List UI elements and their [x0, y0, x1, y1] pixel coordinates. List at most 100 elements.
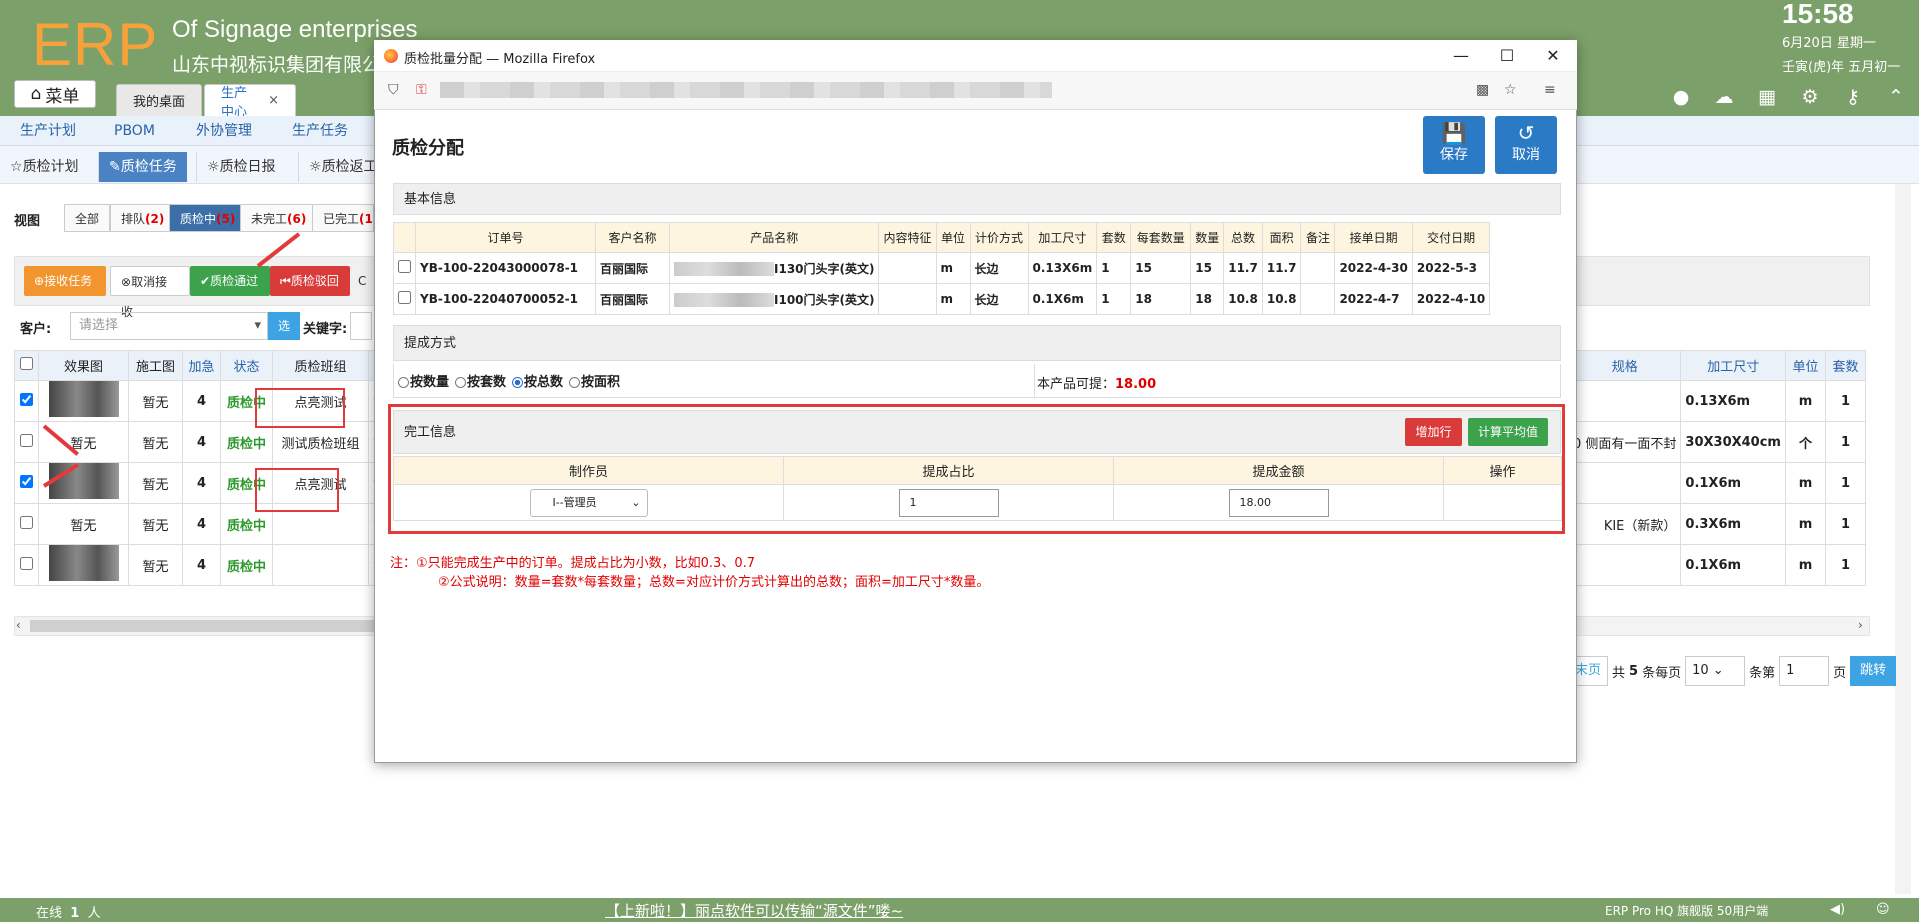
row-checkbox[interactable]	[20, 474, 33, 488]
view-item-label: 排队	[121, 212, 146, 226]
clock-lunar-date: 壬寅(虎)年 五月初一	[1782, 60, 1901, 75]
effect-thumbnail[interactable]	[48, 381, 119, 417]
row-checkbox[interactable]	[20, 392, 33, 406]
cancel-button[interactable]: ↺ 取消	[1495, 116, 1557, 174]
grid-icon[interactable]: ▦	[1756, 86, 1778, 108]
chevron-up-icon[interactable]: ⌃	[1885, 86, 1907, 108]
tab-production-center[interactable]: 生产中心 ×	[204, 84, 296, 120]
row-checkbox[interactable]	[398, 291, 411, 304]
table-row[interactable]: KIE（新款） 0.3X6m m 1	[1567, 503, 1866, 545]
nav-pbom[interactable]: PBOM	[114, 116, 155, 146]
table-row[interactable]: 0 侧面有一面不封 30X30X40cm 个 1	[1567, 421, 1866, 463]
product-name: I100门头字(英文)	[774, 292, 875, 307]
menu-button[interactable]: ⌂ 菜单	[14, 80, 96, 108]
effect-thumbnail[interactable]	[48, 463, 119, 499]
nav-production-plan[interactable]: 生产计划	[20, 116, 76, 146]
nav-outsourcing[interactable]: 外协管理	[196, 116, 252, 146]
scroll-left-icon[interactable]: ‹	[16, 618, 21, 632]
ratio-input[interactable]: 1	[898, 488, 999, 517]
divider	[1034, 364, 1035, 398]
table-row[interactable]: 暂无4质检中管	[14, 544, 392, 586]
maker-select[interactable]: I--管理员 ⌄	[529, 488, 648, 517]
nav-qc-plan[interactable]: ☆质检计划	[0, 152, 89, 182]
product-name: I130门头字(英文)	[774, 261, 875, 276]
view-unfinished[interactable]: 未完工(6)	[240, 204, 318, 232]
row-checkbox[interactable]	[398, 260, 411, 273]
row-select-cell[interactable]	[14, 462, 39, 504]
view-finished[interactable]: 已完工(16	[312, 204, 374, 232]
page-number-input[interactable]: 1	[1779, 656, 1830, 686]
customer-pick-button[interactable]: 选	[268, 312, 300, 340]
radio-by-area[interactable]: 按面积	[569, 371, 620, 390]
qc-reject-button[interactable]: ⏮质检驳回	[270, 266, 350, 296]
lock-icon[interactable]: ⚿	[416, 82, 427, 98]
page-size-select[interactable]: 10 ⌄	[1685, 656, 1746, 686]
drawing-cell: 暂无	[128, 544, 183, 586]
drawing-cell: 暂无	[128, 462, 183, 504]
radio-by-quantity[interactable]: 按数量	[398, 371, 449, 390]
row-checkbox[interactable]	[20, 556, 33, 570]
gear-icon[interactable]: ⚙	[1799, 86, 1821, 108]
view-queue[interactable]: 排队(2)	[110, 204, 176, 232]
row-checkbox[interactable]	[20, 433, 33, 447]
user-icon[interactable]: ●	[1670, 86, 1692, 108]
cancel-receive-button[interactable]: ⊗取消接收	[110, 266, 190, 319]
amount-input[interactable]: 18.00	[1228, 488, 1329, 517]
basic-info-section: 基本信息	[393, 183, 1561, 215]
radio-by-sets[interactable]: 按套数	[455, 371, 506, 390]
row-select-cell[interactable]	[14, 544, 39, 586]
scrollbar-thumb[interactable]	[30, 620, 390, 632]
hamburger-menu-icon[interactable]: ≡	[1544, 82, 1556, 98]
close-icon[interactable]: ✕	[1538, 44, 1568, 68]
row-select-cell[interactable]	[393, 283, 416, 315]
refresh-button[interactable]: C	[354, 266, 376, 296]
row-select-cell[interactable]	[14, 421, 39, 463]
row-select-cell[interactable]	[14, 380, 39, 422]
receive-task-button[interactable]: ⊕接收任务	[24, 266, 106, 296]
table-row: I--管理员 ⌄ 1 18.00	[393, 484, 1562, 521]
nav-qc-task[interactable]: ✎质检任务	[98, 152, 187, 182]
view-all[interactable]: 全部	[64, 204, 111, 232]
row-select-cell[interactable]	[14, 503, 39, 545]
row-select-cell[interactable]	[393, 252, 416, 284]
vertical-scrollbar[interactable]	[1895, 184, 1911, 894]
table-row[interactable]: 0.1X6m m 1	[1567, 462, 1866, 504]
calc-average-button[interactable]: 计算平均值	[1468, 418, 1548, 446]
order-cell: YB-100-22040700052-1	[415, 283, 596, 315]
cloud-upload-icon[interactable]: ☁	[1713, 86, 1735, 108]
add-row-button[interactable]: 增加行	[1405, 418, 1462, 446]
tab-my-desktop[interactable]: 我的桌面	[116, 84, 203, 116]
maximize-icon[interactable]: ☐	[1492, 44, 1522, 68]
qr-code-icon[interactable]: ▩	[1476, 82, 1489, 98]
bookmark-star-icon[interactable]: ☆	[1504, 82, 1517, 98]
view-in-qc[interactable]: 质检中(5)	[169, 204, 247, 232]
nav-production-task[interactable]: 生产任务	[292, 116, 348, 146]
users-icon[interactable]: ☺	[1876, 902, 1890, 917]
radio-by-total[interactable]: 按总数	[512, 371, 563, 390]
minimize-icon[interactable]: —	[1446, 44, 1476, 68]
nav-qc-daily[interactable]: ☼质检日报	[196, 152, 286, 182]
save-button[interactable]: 💾 保存	[1423, 116, 1485, 174]
table-row[interactable]: 0.13X6m m 1	[1567, 380, 1866, 422]
select-all-checkbox[interactable]	[20, 357, 33, 370]
keyword-input[interactable]	[350, 312, 372, 340]
price-cell: 长边	[969, 283, 1029, 315]
col-header: 接单日期	[1334, 222, 1413, 253]
url-text-blurred[interactable]	[440, 82, 1052, 98]
volume-icon[interactable]: ◀)	[1830, 902, 1845, 917]
qc-pass-button[interactable]: ✔质检通过	[190, 266, 270, 296]
table-row[interactable]: 0.1X6m m 1	[1567, 544, 1866, 586]
effect-thumbnail[interactable]	[48, 545, 119, 581]
row-checkbox[interactable]	[20, 515, 33, 529]
jump-button[interactable]: 跳转	[1850, 656, 1897, 686]
news-ticker[interactable]: 【上新啦！】丽点软件可以传输“源文件”喽~	[605, 900, 903, 921]
shield-icon[interactable]: ⛉	[388, 82, 399, 98]
scroll-right-icon[interactable]: ›	[1858, 618, 1863, 632]
select-all-cell[interactable]	[14, 350, 39, 381]
sun-icon: ☼	[207, 159, 220, 175]
available-value: 18.00	[1115, 377, 1157, 392]
customer-select[interactable]: 请选择 ▾	[70, 312, 268, 340]
unit-cell: 个	[1784, 421, 1826, 463]
close-icon[interactable]: ×	[268, 93, 279, 108]
key-icon[interactable]: ⚷	[1842, 86, 1864, 108]
